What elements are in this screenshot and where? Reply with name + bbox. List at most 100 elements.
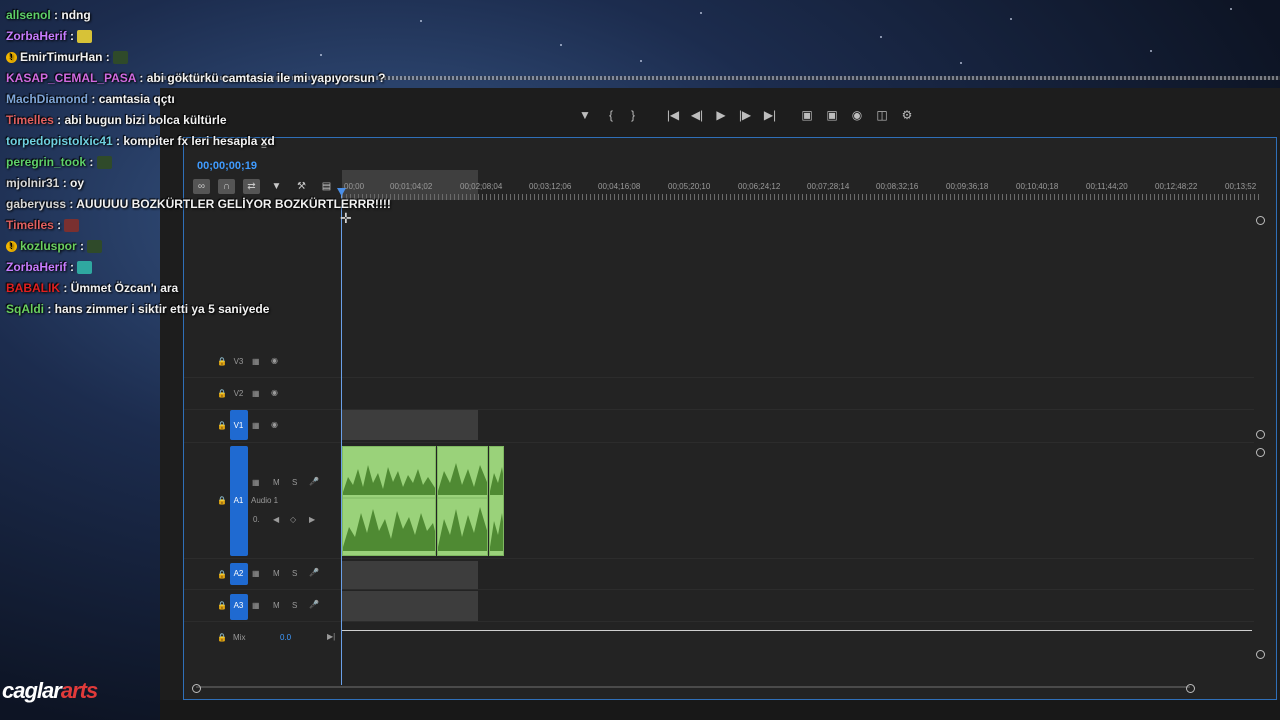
eye-icon[interactable]: ◉ [271,420,278,429]
horizontal-scroll-start-handle[interactable] [192,684,201,693]
go-to-end-icon[interactable]: ▶| [327,632,335,641]
chat-text: abi bugun bizi bolca kültürle [64,113,227,127]
waveform [490,467,503,551]
mark-out-icon[interactable]: } [624,106,642,124]
channel-logo: caglararts [2,678,98,703]
chat-username[interactable]: ZorbaHerif [6,260,67,274]
mute-button[interactable]: M [273,601,280,610]
wrench-icon[interactable]: ⚒ [293,179,310,194]
chat-username[interactable]: Timelles [6,218,54,232]
track-volume[interactable]: 0. [253,515,260,524]
keyframe-icon[interactable]: ◇ [290,515,296,524]
empty-segment [342,591,478,621]
playhead-timecode[interactable]: 00;00;00;19 [197,160,257,172]
lock-icon[interactable]: 🔒 [217,570,227,579]
eye-icon[interactable]: ◉ [271,356,278,365]
chat-username[interactable]: peregrin_took [6,155,86,169]
audio-clip[interactable] [437,446,488,556]
settings-icon[interactable]: ⚙ [898,106,916,124]
mark-in-icon[interactable]: { [602,106,620,124]
solo-button[interactable]: S [292,478,297,487]
track-name-a3[interactable]: A3 [230,598,247,613]
extract-icon[interactable]: ▣ [823,106,841,124]
chat-username[interactable]: ZorbaHerif [6,29,67,43]
sync-lock-icon[interactable]: ▦ [252,601,260,610]
microphone-icon[interactable]: 🎤 [309,568,319,577]
track-name-v3[interactable]: V3 [230,354,247,369]
empty-segment [342,410,478,440]
vertical-scroll-handle[interactable] [1256,430,1265,439]
camera-icon[interactable]: ◉ [848,106,866,124]
vertical-scroll-handle[interactable] [1256,216,1265,225]
ruler-ticks [342,194,1260,200]
chat-separator: : [66,197,77,211]
chat-text: oy [70,176,85,190]
chat-username[interactable]: EmirTimurHan [20,50,102,64]
lock-icon[interactable]: 🔒 [217,496,227,505]
captions-icon[interactable]: ▤ [318,179,335,194]
sync-lock-icon[interactable]: ▦ [252,357,260,366]
vertical-scroll-handle[interactable] [1256,650,1265,659]
lock-icon[interactable]: 🔒 [217,357,227,366]
chat-username[interactable]: BABALIK [6,281,60,295]
chat-username[interactable]: KASAP_CEMAL_PASA [6,71,136,85]
go-to-out-icon[interactable]: ▶| [761,106,779,124]
track-v3[interactable] [184,346,1254,378]
sync-lock-icon[interactable]: ▦ [252,569,260,578]
lock-icon[interactable]: 🔒 [217,633,227,642]
lock-icon[interactable]: 🔒 [217,389,227,398]
chat-message: Timelles : abi bugun bizi bolca kültürle [6,113,227,131]
microphone-icon[interactable]: 🎤 [309,600,319,609]
track-name-v1[interactable]: V1 [230,418,247,433]
vertical-scroll-handle[interactable] [1256,448,1265,457]
audio-clip[interactable] [342,446,436,556]
linked-selection-icon[interactable]: ⇄ [243,179,260,194]
chat-username[interactable]: Timelles [6,113,54,127]
lift-icon[interactable]: ▣ [798,106,816,124]
chat-username[interactable]: allsenol [6,8,51,22]
track-name-a2[interactable]: A2 [230,566,247,581]
add-marker-icon[interactable]: ▼ [576,106,594,124]
snap-icon[interactable]: ∩ [218,179,235,194]
mute-button[interactable]: M [273,478,280,487]
track-v2[interactable] [184,378,1254,410]
chat-text: abi göktürkü camtasia ile mi yapıyorsun … [146,71,386,85]
audio-clip[interactable] [489,446,504,556]
chat-emote-icon [87,240,103,254]
track-name-a1[interactable]: A1 [230,493,247,508]
chat-username[interactable]: gaberyuss [6,197,66,211]
chat-username[interactable]: SqAldi [6,302,44,316]
add-marker-tool-icon[interactable]: ▼ [268,179,285,194]
step-back-icon[interactable]: ◀| [688,106,706,124]
chat-username[interactable]: kozluspor [20,239,77,253]
mix-value[interactable]: 0.0 [280,633,291,642]
chat-username[interactable]: mjolnir31 [6,176,59,190]
horizontal-scroll-end-handle[interactable] [1186,684,1195,693]
insert-sequence-tool-icon[interactable]: ∞ [193,179,210,194]
mute-button[interactable]: M [273,569,280,578]
play-icon[interactable]: ▶ [712,106,730,124]
next-keyframe-icon[interactable]: ▶ [309,515,315,524]
lock-icon[interactable]: 🔒 [217,601,227,610]
chat-separator: : [112,134,124,148]
sync-lock-icon[interactable]: ▦ [252,421,260,430]
chat-username[interactable]: MachDiamond [6,92,88,106]
chat-username[interactable]: torpedopistolxic41 [6,134,113,148]
solo-button[interactable]: S [292,569,297,578]
compare-icon[interactable]: ◫ [873,106,891,124]
prev-keyframe-icon[interactable]: ◀ [273,515,279,524]
sync-lock-icon[interactable]: ▦ [252,478,260,487]
horizontal-scrollbar[interactable] [196,686,1190,688]
go-to-in-icon[interactable]: |◀ [664,106,682,124]
lock-icon[interactable]: 🔒 [217,421,227,430]
playhead-line[interactable] [341,190,342,685]
chat-separator: : [76,239,88,253]
solo-button[interactable]: S [292,601,297,610]
chat-message: KASAP_CEMAL_PASA : abi göktürkü camtasia… [6,71,385,89]
step-forward-icon[interactable]: |▶ [736,106,754,124]
microphone-icon[interactable]: 🎤 [309,477,319,486]
chat-separator: : [50,8,62,22]
sync-lock-icon[interactable]: ▦ [252,389,260,398]
eye-icon[interactable]: ◉ [271,388,278,397]
track-name-v2[interactable]: V2 [230,386,247,401]
